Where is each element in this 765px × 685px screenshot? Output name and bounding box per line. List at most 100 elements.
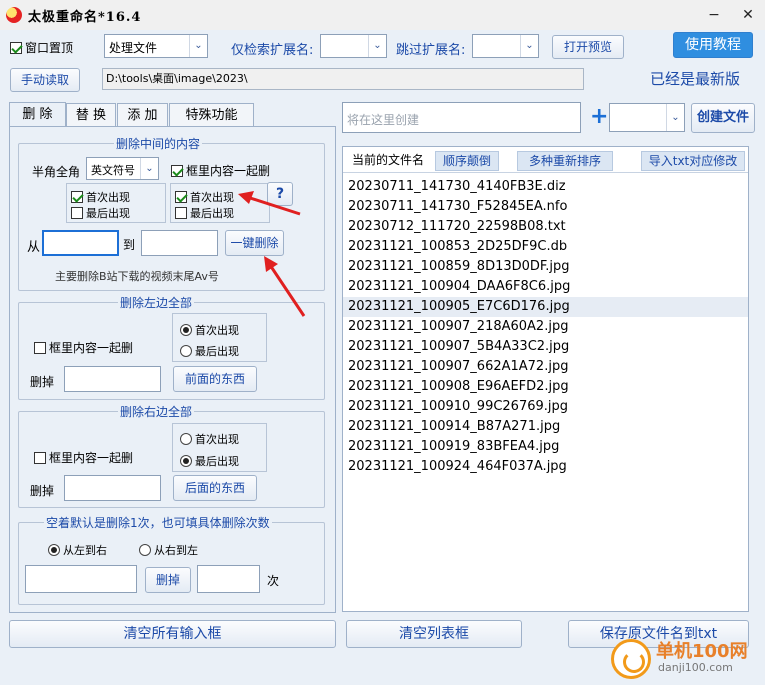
radio-circle[interactable] (180, 455, 192, 467)
file-type-select[interactable]: ⌄ (609, 103, 685, 132)
list-item[interactable]: 20231121_100907_662A1A72.jpg (343, 357, 748, 377)
list-item[interactable]: 20231121_100905_E7C6D176.jpg (343, 297, 748, 317)
list-item[interactable]: 20231121_100907_5B4A33C2.jpg (343, 337, 748, 357)
chevron-down-icon: ⌄ (189, 35, 207, 57)
checkbox-box[interactable] (10, 42, 22, 54)
checkbox-box[interactable] (34, 452, 46, 464)
plus-icon[interactable]: + (590, 106, 608, 128)
app-logo-icon (6, 7, 22, 23)
list-item[interactable]: 20230711_141730_4140FB3E.diz (343, 177, 748, 197)
watermark-domain: danji100.com (658, 661, 733, 674)
left-remove-label: 删掉 (30, 375, 55, 389)
frame-delete-checkbox-right[interactable]: 框里内容一起删 (34, 449, 133, 466)
chevron-down-icon: ⌄ (140, 158, 158, 179)
chevron-down-icon: ⌄ (666, 104, 684, 131)
manual-read-button[interactable]: 手动读取 (10, 68, 80, 92)
clear-inputs-button[interactable]: 清空所有输入框 (9, 620, 336, 648)
remove-count-button[interactable]: 删掉 (145, 567, 191, 593)
radio-circle[interactable] (48, 544, 60, 556)
tutorial-button[interactable]: 使用教程 (673, 32, 753, 58)
reverse-order-button[interactable]: 顺序颠倒 (435, 151, 499, 171)
header-current-name[interactable]: 当前的文件名 (345, 151, 431, 171)
skip-ext-label: 跳过扩展名: (396, 43, 466, 58)
delete-back-button[interactable]: 后面的东西 (173, 475, 257, 501)
group-title: 删除左边全部 (118, 294, 195, 311)
list-item[interactable]: 20230712_111720_22598B08.txt (343, 217, 748, 237)
tab-special[interactable]: 特殊功能 (169, 103, 254, 128)
radio-circle[interactable] (180, 433, 192, 445)
group-title: 空着默认是删除1次，也可填具体删除次数 (44, 514, 272, 531)
group-title: 删除中间的内容 (114, 135, 203, 152)
count-number-input[interactable] (197, 565, 260, 593)
right-first-radio[interactable]: 首次出现 (180, 431, 239, 447)
checkbox-box[interactable] (71, 191, 83, 203)
only-ext-select[interactable]: ⌄ (320, 34, 387, 58)
file-list[interactable]: 当前的文件名 顺序颠倒 多种重新排序 导入txt对应修改 20230711_14… (342, 146, 749, 612)
close-icon[interactable]: ✕ (734, 4, 762, 26)
frame-delete-checkbox[interactable]: 框里内容一起删 (171, 162, 270, 179)
list-item[interactable]: 20231121_100859_8D13D0DF.jpg (343, 257, 748, 277)
checkbox-box[interactable] (171, 165, 183, 177)
to-input[interactable] (141, 230, 218, 256)
list-item[interactable]: 20231121_100910_99C26769.jpg (343, 397, 748, 417)
count-text-input[interactable] (25, 565, 137, 593)
right-to-left-radio[interactable]: 从右到左 (139, 542, 198, 558)
right-remove-input[interactable] (64, 475, 161, 501)
skip-ext-select[interactable]: ⌄ (472, 34, 539, 58)
list-item[interactable]: 20231121_100914_B87A271.jpg (343, 417, 748, 437)
checkbox-box[interactable] (175, 207, 187, 219)
tab-replace[interactable]: 替 换 (66, 103, 116, 128)
window-title: 太极重命名*16.4 (28, 10, 142, 25)
frame-delete-checkbox-left[interactable]: 框里内容一起删 (34, 339, 133, 356)
open-preview-button[interactable]: 打开预览 (552, 35, 624, 59)
checkbox-box[interactable] (71, 207, 83, 219)
to-label: 到 (123, 238, 136, 252)
create-file-button[interactable]: 创建文件 (691, 103, 755, 133)
list-item[interactable]: 20231121_100853_2D25DF9C.db (343, 237, 748, 257)
left-last-radio[interactable]: 最后出现 (180, 343, 239, 359)
last-occurrence-checkbox-a[interactable]: 最后出现 (71, 205, 130, 221)
file-rows: 20230711_141730_4140FB3E.diz 20230711_141… (343, 173, 748, 477)
list-item[interactable]: 20230711_141730_F52845EA.nfo (343, 197, 748, 217)
import-txt-button[interactable]: 导入txt对应修改 (641, 151, 745, 171)
reorder-button[interactable]: 多种重新排序 (517, 151, 613, 171)
tab-delete[interactable]: 删 除 (9, 102, 66, 128)
clear-list-button[interactable]: 清空列表框 (346, 620, 522, 648)
delete-front-button[interactable]: 前面的东西 (173, 366, 257, 392)
radio-circle[interactable] (139, 544, 151, 556)
watermark-logo-icon (611, 639, 651, 679)
left-first-radio[interactable]: 首次出现 (180, 322, 239, 338)
watermark: 单机100网 danji100.com (611, 637, 761, 681)
tab-add[interactable]: 添 加 (117, 103, 168, 128)
list-item[interactable]: 20231121_100919_83BFEA4.jpg (343, 437, 748, 457)
delete-middle-hint: 主要删除B站下载的视频末尾Av号 (55, 270, 219, 283)
right-last-radio[interactable]: 最后出现 (180, 453, 239, 469)
left-to-right-radio[interactable]: 从左到右 (48, 542, 107, 558)
last-occurrence-checkbox-b[interactable]: 最后出现 (175, 205, 234, 221)
from-label: 从 (27, 240, 41, 255)
list-item[interactable]: 20231121_100907_218A60A2.jpg (343, 317, 748, 337)
version-status: 已经是最新版 (650, 70, 741, 88)
title-bar: 太极重命名*16.4 − ✕ (0, 0, 765, 30)
list-item[interactable]: 20231121_100908_E96AEFD2.jpg (343, 377, 748, 397)
from-input[interactable] (42, 230, 119, 256)
first-occurrence-checkbox-b[interactable]: 首次出现 (175, 189, 234, 205)
width-select[interactable]: 英文符号 ⌄ (86, 157, 159, 180)
group-title: 删除右边全部 (118, 403, 195, 420)
topmost-checkbox[interactable]: 窗口置顶 (10, 39, 73, 56)
create-location-input[interactable]: 将在这里创建 (342, 102, 581, 133)
help-button[interactable]: ? (267, 182, 293, 206)
left-remove-input[interactable] (64, 366, 161, 392)
radio-circle[interactable] (180, 345, 192, 357)
mode-select[interactable]: 处理文件 ⌄ (104, 34, 208, 58)
chevron-down-icon: ⌄ (520, 35, 538, 57)
list-item[interactable]: 20231121_100904_DAA6F8C6.jpg (343, 277, 748, 297)
radio-circle[interactable] (180, 324, 192, 336)
right-remove-label: 删掉 (30, 484, 55, 498)
checkbox-box[interactable] (175, 191, 187, 203)
first-occurrence-checkbox-a[interactable]: 首次出现 (71, 189, 130, 205)
one-click-delete-button[interactable]: 一键删除 (225, 230, 284, 256)
checkbox-box[interactable] (34, 342, 46, 354)
minimize-icon[interactable]: − (700, 4, 728, 26)
list-item[interactable]: 20231121_100924_464F037A.jpg (343, 457, 748, 477)
